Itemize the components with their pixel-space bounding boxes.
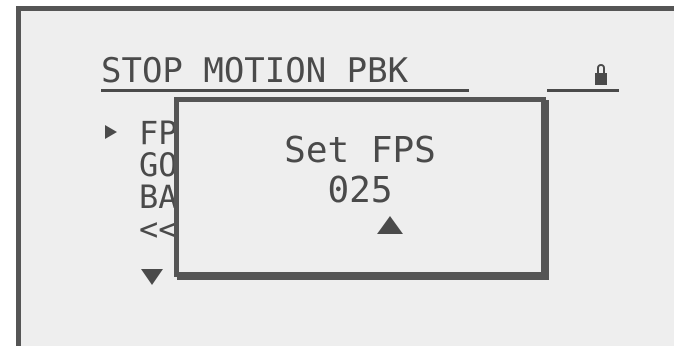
lock-underline <box>547 89 619 92</box>
menu-item-prev[interactable]: << <box>139 213 178 245</box>
lcd-screen: STOP MOTION PBK FPS GO BACK << Set FPS 0… <box>16 6 674 346</box>
fps-value[interactable]: 025 <box>179 172 541 210</box>
screen-title: STOP MOTION PBK <box>101 51 409 91</box>
menu-cursor-icon <box>105 125 117 139</box>
title-underline <box>101 89 469 92</box>
lock-icon <box>595 64 607 85</box>
lcd-frame: STOP MOTION PBK FPS GO BACK << Set FPS 0… <box>0 0 674 346</box>
up-arrow-icon[interactable] <box>377 216 403 234</box>
dialog-title: Set FPS <box>284 130 436 171</box>
set-fps-dialog: Set FPS 025 <box>174 97 546 277</box>
menu-item-go[interactable]: GO <box>139 149 178 181</box>
scroll-down-icon[interactable] <box>141 269 163 285</box>
